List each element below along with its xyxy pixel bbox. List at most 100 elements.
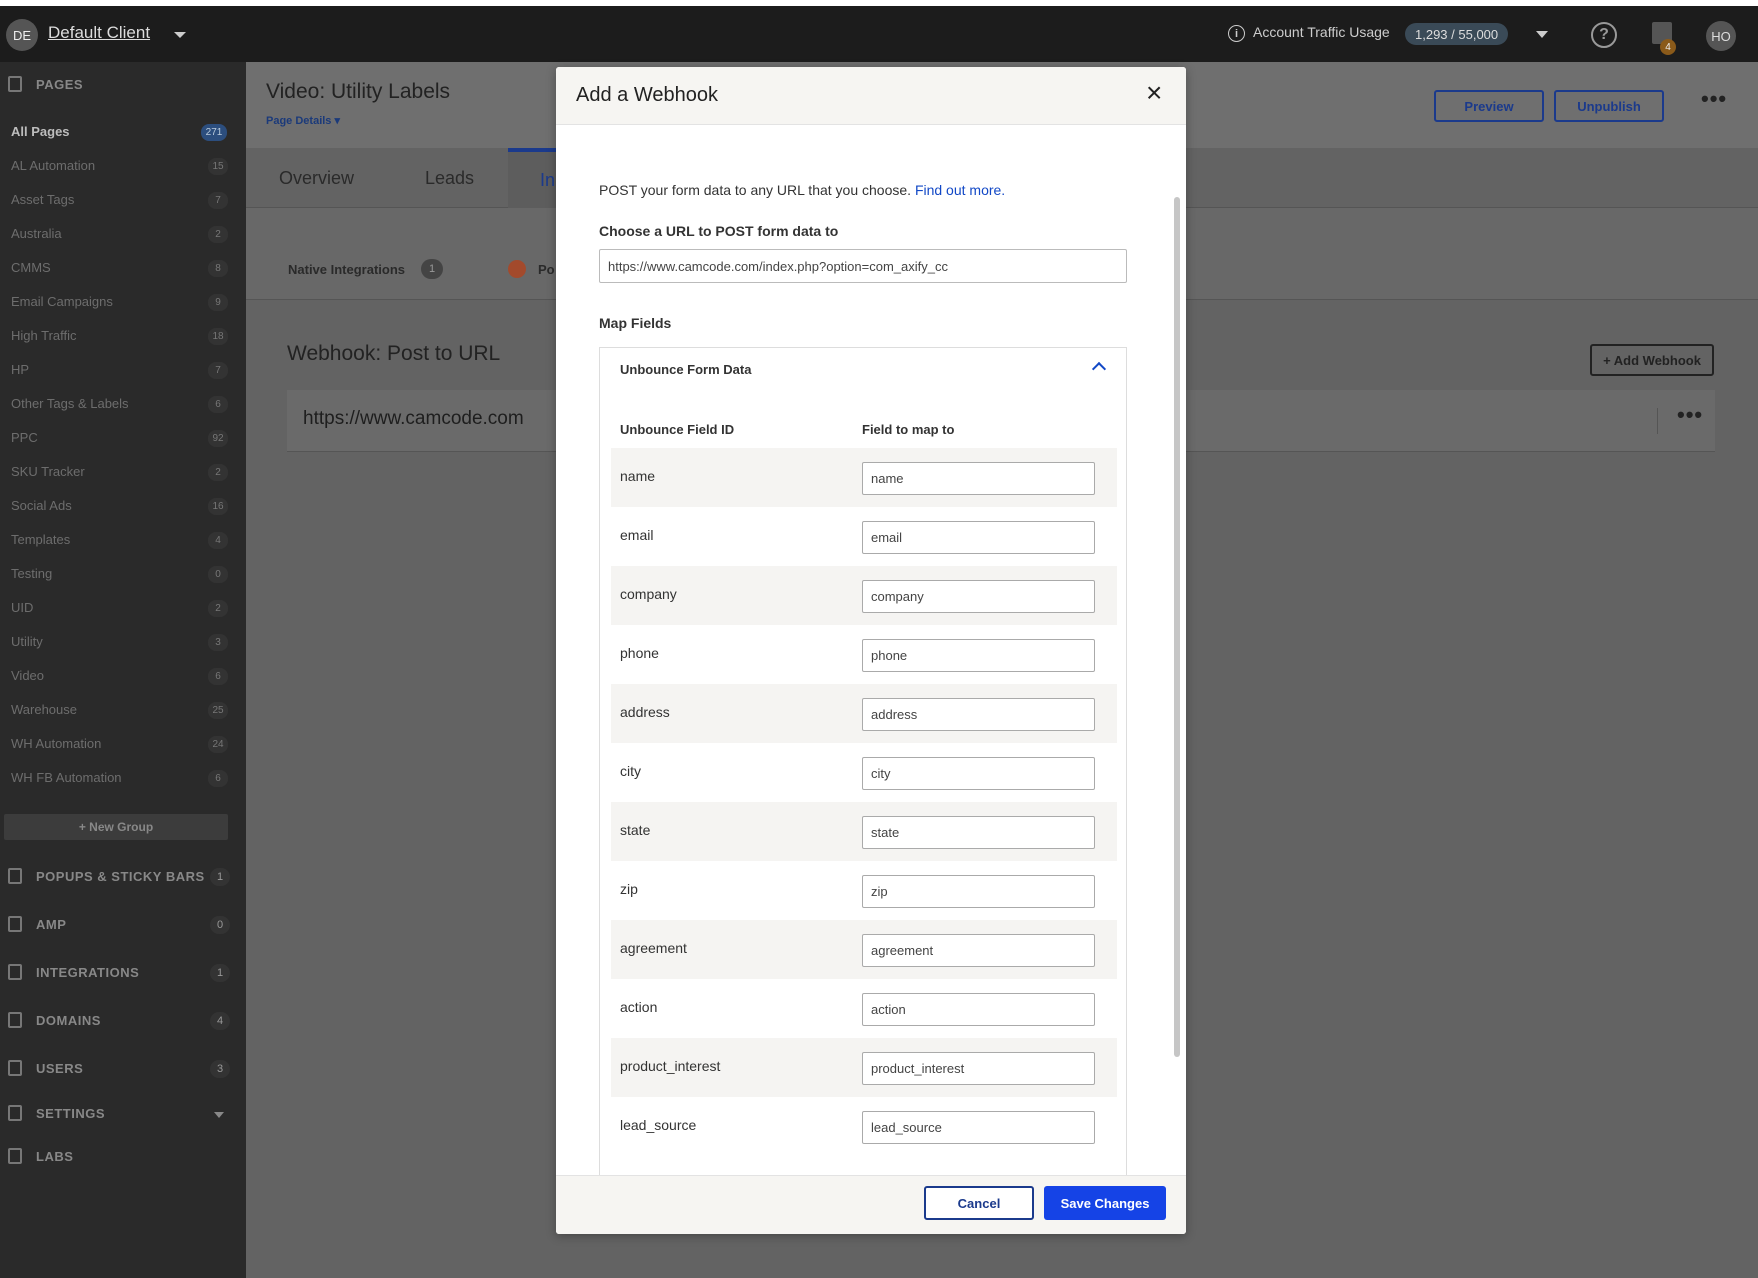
field-map-row: action [611,979,1117,1038]
sidebar-group-item[interactable]: Social Ads 16 [0,491,246,521]
field-map-input[interactable] [862,934,1095,967]
sidebar-group-count: 7 [208,362,228,379]
sidebar-group-label: UID [11,600,34,615]
field-map-input[interactable] [862,1111,1095,1144]
sidebar-group-count: 15 [208,158,228,175]
unpublish-button[interactable]: Unpublish [1554,90,1664,122]
field-map-row: state [611,802,1117,861]
traffic-usage-label: Account Traffic Usage [1253,24,1390,40]
section-icon [8,1060,22,1076]
help-icon[interactable]: ? [1591,22,1617,48]
sidebar-group-count: 271 [201,124,227,141]
sidebar-group-item[interactable]: Australia 2 [0,219,246,249]
sidebar-group-label: Testing [11,566,53,581]
webhook-url: https://www.camcode.com [303,408,524,429]
modal-scrollbar[interactable] [1174,197,1180,1057]
sidebar-group-item[interactable]: Email Campaigns 9 [0,287,246,317]
sidebar-group-item[interactable]: Video 6 [0,661,246,691]
user-avatar[interactable]: HO [1706,21,1736,51]
client-name-link[interactable]: Default Client [48,23,150,43]
preview-button[interactable]: Preview [1434,90,1544,122]
sidebar-group-count: 0 [208,566,228,583]
subtab-zapier[interactable]: Po [538,262,555,277]
sidebar-group-item[interactable]: WH FB Automation 6 [0,763,246,793]
chevron-up-icon[interactable] [1091,361,1107,377]
field-map-input[interactable] [862,757,1095,790]
sidebar-section-label: LABS [36,1149,74,1164]
sidebar-group-item[interactable]: AL Automation 15 [0,151,246,181]
sidebar-section-labs[interactable]: LABS [0,1142,246,1172]
sidebar-group-item[interactable]: UID 2 [0,593,246,623]
sidebar-section-amp[interactable]: AMP 0 [0,910,246,940]
field-map-row: agreement [611,920,1117,979]
sidebar-section-label: SETTINGS [36,1106,106,1121]
sidebar-group-item[interactable]: Templates 4 [0,525,246,555]
find-out-more-link[interactable]: Find out more. [915,182,1005,198]
sidebar-group-count: 6 [208,396,228,413]
tab-integrations-label: In [540,170,556,190]
sidebar-section-count: 3 [210,1060,230,1078]
sidebar-group-item[interactable]: HP 7 [0,355,246,385]
pages-icon [8,76,22,92]
page-details-dropdown[interactable]: Page Details ▾ [266,114,340,127]
webhook-more-icon[interactable]: ••• [1677,402,1703,428]
sidebar-section-pages[interactable]: PAGES [0,70,246,100]
sidebar-group-item[interactable]: SKU Tracker 2 [0,457,246,487]
sidebar-section-users[interactable]: USERS 3 [0,1054,246,1084]
sidebar-group-item[interactable]: Testing 0 [0,559,246,589]
sidebar-section-popups-sticky-bars[interactable]: POPUPS & STICKY BARS 1 [0,862,246,892]
field-id-label: address [620,704,670,720]
field-map-input[interactable] [862,462,1095,495]
sidebar-group-label: Social Ads [11,498,72,513]
sidebar-group-item[interactable]: WH Automation 24 [0,729,246,759]
url-input[interactable] [599,249,1127,283]
sidebar-section-count: 4 [210,1012,230,1030]
chevron-down-icon[interactable] [1536,31,1548,38]
save-changes-button[interactable]: Save Changes [1044,1186,1166,1220]
more-options-icon[interactable]: ••• [1701,86,1727,112]
field-id-label: zip [620,881,638,897]
field-map-input[interactable] [862,875,1095,908]
section-icon [8,964,22,980]
sidebar-section-label: DOMAINS [36,1013,101,1028]
sidebar-group-item[interactable]: All Pages 271 [0,117,246,147]
tab-overview[interactable]: Overview [279,168,354,189]
field-map-input[interactable] [862,639,1095,672]
cancel-button[interactable]: Cancel [924,1186,1034,1220]
new-group-button[interactable]: + New Group [4,814,228,840]
client-avatar[interactable]: DE [6,19,38,51]
sidebar-group-item[interactable]: Utility 3 [0,627,246,657]
sidebar-group-item[interactable]: High Traffic 18 [0,321,246,351]
sidebar-section-settings[interactable]: SETTINGS [0,1099,246,1129]
sidebar-group-count: 25 [208,702,228,719]
field-map-input[interactable] [862,816,1095,849]
close-icon[interactable]: × [1146,79,1162,107]
sidebar-group-item[interactable]: Warehouse 25 [0,695,246,725]
field-map-input[interactable] [862,580,1095,613]
sidebar-group-item[interactable]: CMMS 8 [0,253,246,283]
sidebar-group-count: 4 [208,532,228,549]
sidebar-group-item[interactable]: Other Tags & Labels 6 [0,389,246,419]
sidebar-section-integrations[interactable]: INTEGRATIONS 1 [0,958,246,988]
field-map-input[interactable] [862,521,1095,554]
sidebar-group-label: CMMS [11,260,51,275]
chevron-down-icon[interactable] [214,1112,224,1118]
section-icon [8,868,22,884]
sidebar-group-item[interactable]: Asset Tags 7 [0,185,246,215]
field-map-input[interactable] [862,993,1095,1026]
url-field-label: Choose a URL to POST form data to [599,223,839,239]
accordion-title[interactable]: Unbounce Form Data [620,362,751,377]
sidebar-group-count: 18 [208,328,228,345]
add-webhook-button[interactable]: + Add Webhook [1590,344,1714,376]
field-map-input[interactable] [862,1052,1095,1085]
sidebar-group-label: AL Automation [11,158,96,173]
divider [1657,408,1658,434]
subtab-native-integrations[interactable]: Native Integrations [288,262,405,277]
field-id-label: company [620,586,677,602]
column-header-map-to: Field to map to [862,422,955,437]
sidebar-group-item[interactable]: PPC 92 [0,423,246,453]
tab-leads[interactable]: Leads [425,168,474,189]
chevron-down-icon[interactable] [174,32,186,38]
field-map-input[interactable] [862,698,1095,731]
sidebar-section-domains[interactable]: DOMAINS 4 [0,1006,246,1036]
